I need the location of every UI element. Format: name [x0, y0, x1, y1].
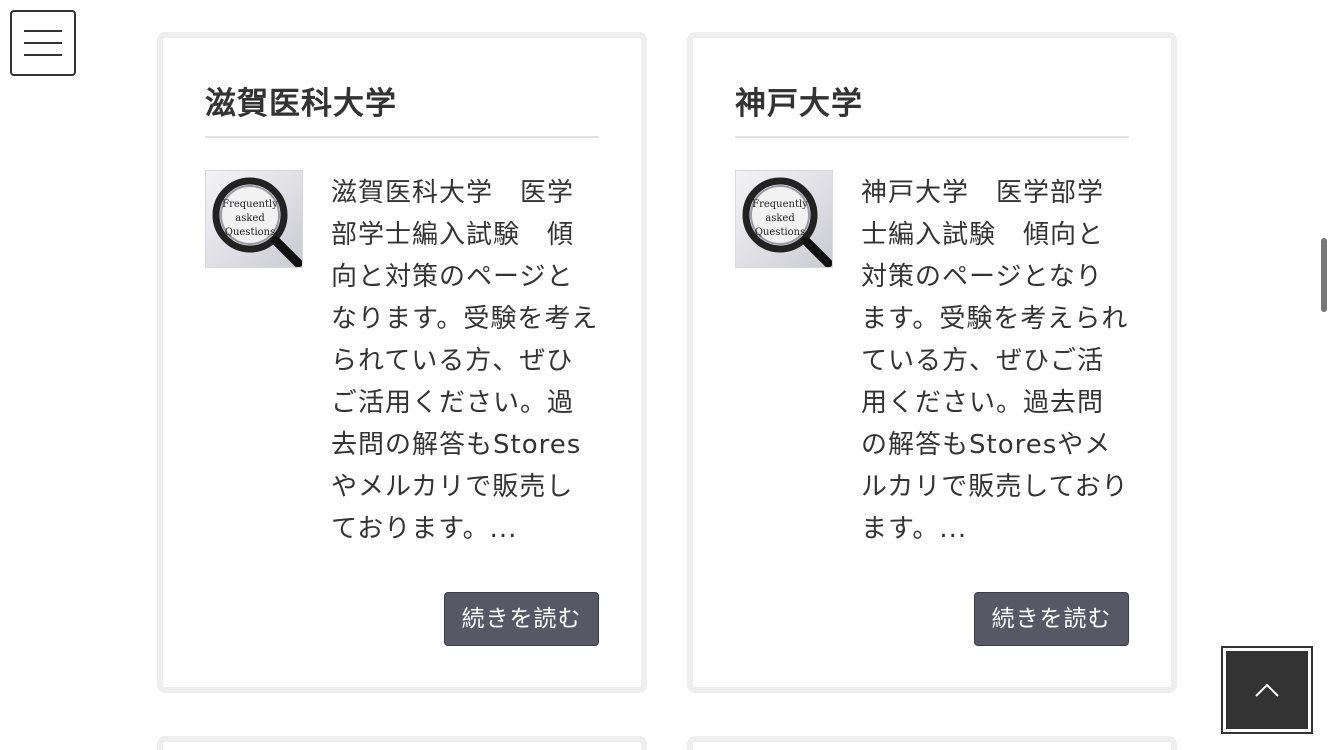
article-card-partial — [157, 736, 647, 750]
article-card: 神戸大学 Frequently asked Questions 神戸大学 医学部… — [687, 32, 1177, 693]
card-divider — [205, 136, 599, 138]
article-card-partial — [687, 736, 1177, 750]
card-title[interactable]: 神戸大学 — [735, 82, 1129, 126]
thumb-text-line1: Frequently — [752, 199, 808, 210]
thumb-text-line2: asked — [765, 213, 795, 224]
back-to-top-button[interactable] — [1221, 646, 1313, 734]
thumb-text-line3: Questions — [755, 227, 806, 238]
thumb-text-line1: Frequently — [222, 199, 278, 210]
thumb-text-line3: Questions — [225, 227, 276, 238]
magnifier-faq-icon[interactable]: Frequently asked Questions — [205, 170, 303, 268]
hamburger-menu-icon-bar-middle — [24, 42, 62, 44]
chevron-up-icon — [1255, 683, 1279, 697]
scrollbar-thumb[interactable] — [1321, 238, 1327, 312]
read-more-button[interactable]: 続きを読む — [444, 592, 599, 646]
card-divider — [735, 136, 1129, 138]
card-excerpt: 滋賀医科大学 医学部学士編入試験 傾向と対策のページとなります。受験を考えられて… — [331, 178, 599, 544]
article-card: 滋賀医科大学 Frequently asked Questions 滋賀医科大学… — [157, 32, 647, 693]
magnifier-faq-icon[interactable]: Frequently asked Questions — [735, 170, 833, 268]
hamburger-menu-button[interactable] — [10, 10, 76, 76]
card-excerpt: 神戸大学 医学部学士編入試験 傾向と対策のページとなります。受験を考えられている… — [861, 178, 1129, 544]
hamburger-menu-icon-bar-top — [24, 30, 62, 32]
thumb-text-line2: asked — [235, 213, 265, 224]
card-title[interactable]: 滋賀医科大学 — [205, 82, 599, 126]
hamburger-menu-icon-bar-bottom — [24, 54, 62, 56]
page: 滋賀医科大学 Frequently asked Questions 滋賀医科大学… — [0, 0, 1334, 750]
read-more-button[interactable]: 続きを読む — [974, 592, 1129, 646]
